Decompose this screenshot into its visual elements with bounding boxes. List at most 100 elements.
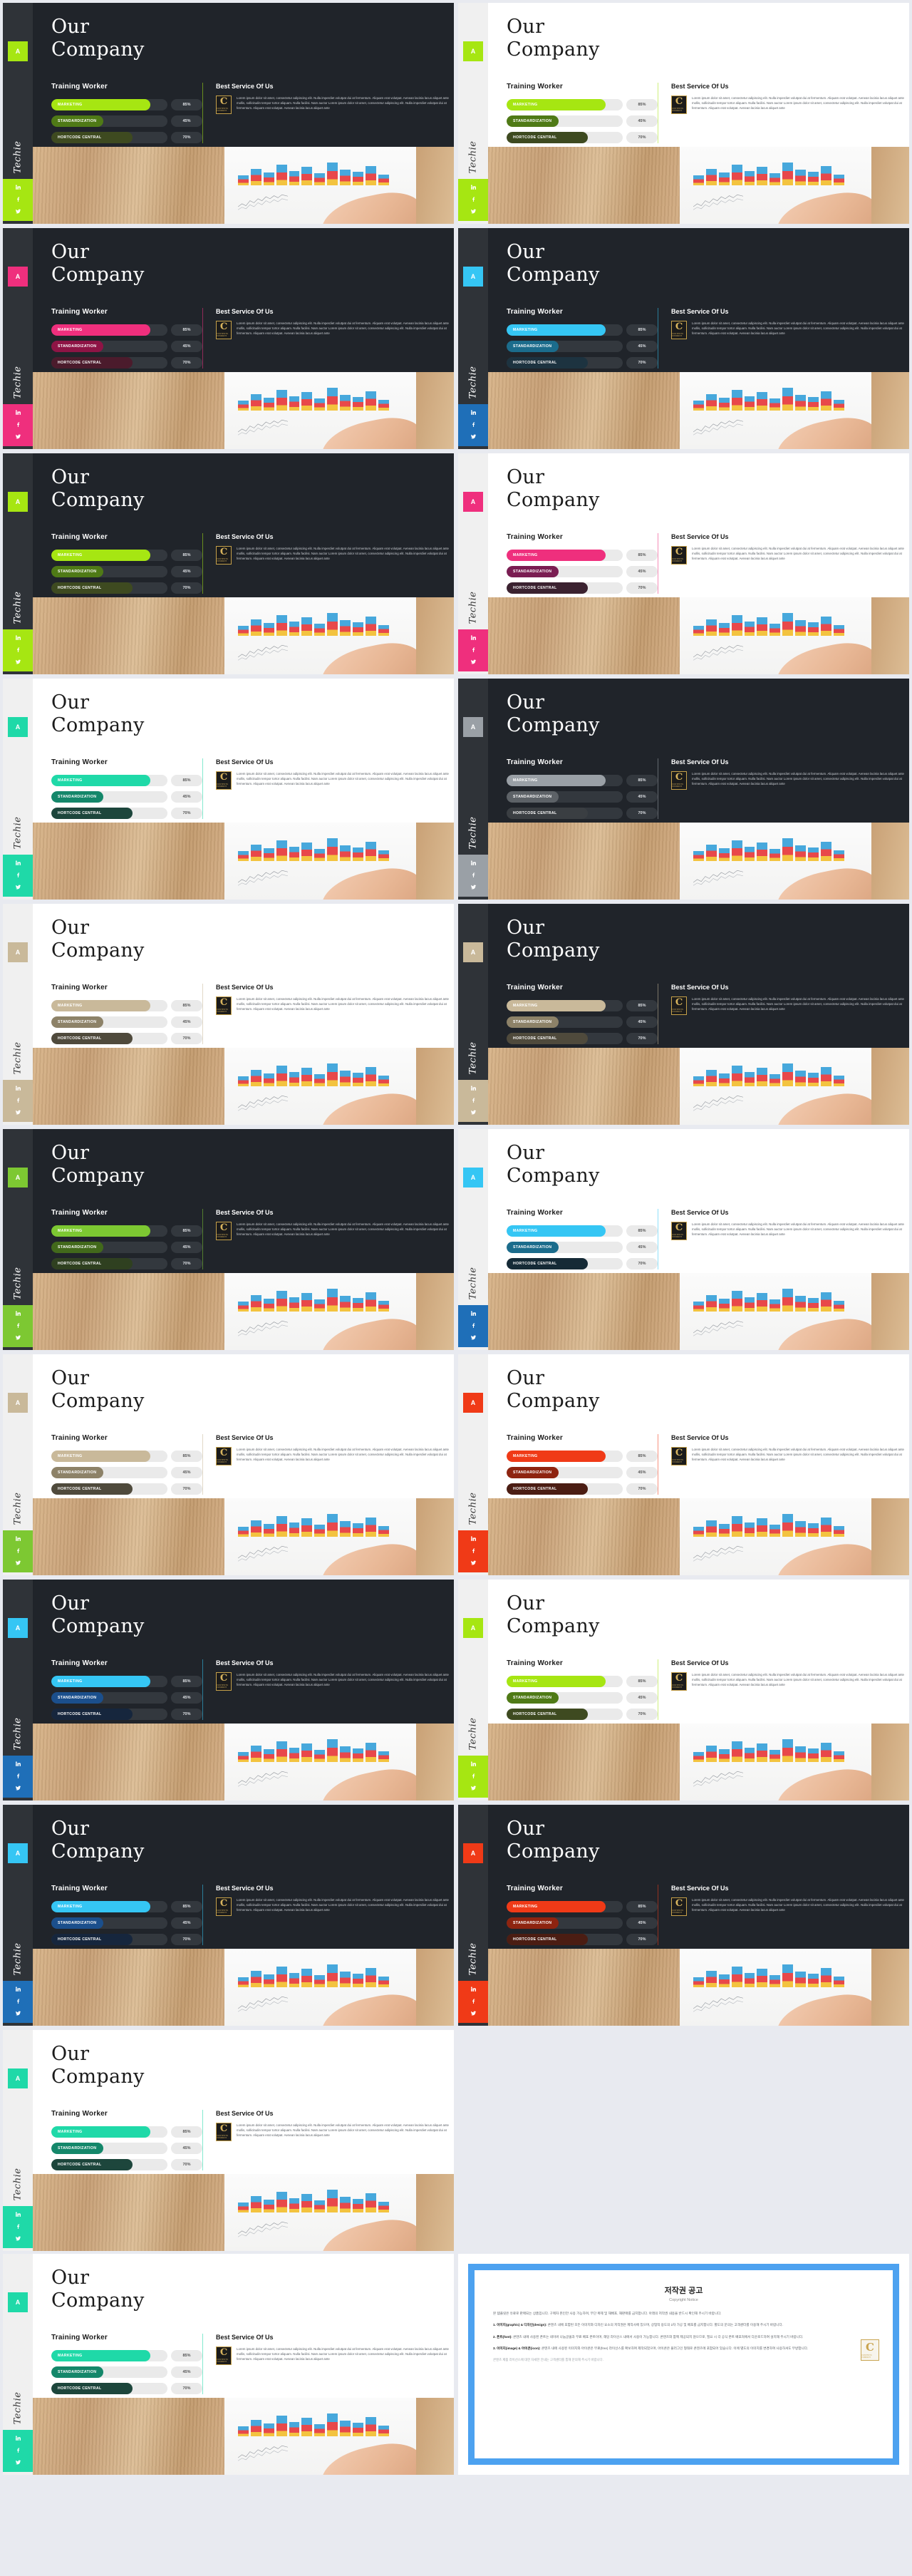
facebook-icon[interactable] [14, 2446, 22, 2454]
slide-thumbnail-13[interactable]: A Techie Our Company Training Worker MAR… [3, 1354, 454, 1575]
slide-thumbnail-20[interactable]: A Techie Our Company Training Worker MAR… [3, 2254, 454, 2475]
social-links[interactable] [3, 855, 33, 897]
social-links[interactable] [3, 404, 33, 446]
linkedin-icon[interactable] [14, 1985, 22, 1993]
twitter-icon[interactable] [14, 433, 22, 441]
linkedin-icon[interactable] [470, 183, 477, 191]
slide-thumbnail-2[interactable]: A Techie Our Company Training Worker MAR… [458, 3, 909, 224]
twitter-icon[interactable] [14, 1784, 22, 1792]
social-links[interactable] [458, 1530, 488, 1572]
facebook-icon[interactable] [14, 1322, 22, 1329]
social-links[interactable] [3, 629, 33, 671]
slide-thumbnail-11[interactable]: A Techie Our Company Training Worker MAR… [3, 1129, 454, 1350]
facebook-icon[interactable] [14, 871, 22, 879]
slide-thumbnail-16[interactable]: A Techie Our Company Training Worker MAR… [458, 1580, 909, 1800]
facebook-icon[interactable] [470, 1772, 477, 1780]
social-links[interactable] [3, 1305, 33, 1347]
social-links[interactable] [3, 1080, 33, 1122]
twitter-icon[interactable] [470, 658, 477, 666]
social-links[interactable] [458, 629, 488, 671]
facebook-icon[interactable] [14, 646, 22, 654]
twitter-icon[interactable] [470, 433, 477, 441]
twitter-icon[interactable] [470, 1108, 477, 1116]
social-links[interactable] [3, 179, 33, 221]
social-links[interactable] [3, 1530, 33, 1572]
facebook-icon[interactable] [470, 646, 477, 654]
facebook-icon[interactable] [14, 2222, 22, 2230]
facebook-icon[interactable] [14, 1096, 22, 1104]
facebook-icon[interactable] [14, 421, 22, 428]
linkedin-icon[interactable] [470, 1535, 477, 1542]
social-links[interactable] [3, 1756, 33, 1798]
social-links[interactable] [458, 1080, 488, 1122]
twitter-icon[interactable] [14, 1334, 22, 1341]
twitter-icon[interactable] [14, 2009, 22, 2017]
slide-thumbnail-10[interactable]: A Techie Our Company Training Worker MAR… [458, 904, 909, 1125]
slide-thumbnail-19[interactable]: A Techie Our Company Training Worker MAR… [3, 2030, 454, 2251]
linkedin-icon[interactable] [470, 1084, 477, 1092]
slide-thumbnail-5[interactable]: A Techie Our Company Training Worker MAR… [3, 453, 454, 674]
linkedin-icon[interactable] [14, 1084, 22, 1092]
slide-thumbnail-9[interactable]: A Techie Our Company Training Worker MAR… [3, 904, 454, 1125]
slide-thumbnail-18[interactable]: A Techie Our Company Training Worker MAR… [458, 1805, 909, 2026]
slide-thumbnail-14[interactable]: A Techie Our Company Training Worker MAR… [458, 1354, 909, 1575]
slide-thumbnail-6[interactable]: A Techie Our Company Training Worker MAR… [458, 453, 909, 674]
slide-thumbnail-8[interactable]: A Techie Our Company Training Worker MAR… [458, 679, 909, 900]
linkedin-icon[interactable] [14, 408, 22, 416]
twitter-icon[interactable] [14, 658, 22, 666]
linkedin-icon[interactable] [14, 2434, 22, 2442]
linkedin-icon[interactable] [470, 1309, 477, 1317]
linkedin-icon[interactable] [14, 634, 22, 642]
linkedin-icon[interactable] [14, 1309, 22, 1317]
facebook-icon[interactable] [470, 1096, 477, 1104]
facebook-icon[interactable] [14, 1772, 22, 1780]
linkedin-icon[interactable] [470, 1760, 477, 1768]
twitter-icon[interactable] [470, 883, 477, 891]
social-links[interactable] [458, 1981, 488, 2023]
facebook-icon[interactable] [14, 195, 22, 203]
facebook-icon[interactable] [470, 1997, 477, 2005]
social-links[interactable] [3, 2206, 33, 2248]
linkedin-icon[interactable] [14, 859, 22, 867]
twitter-icon[interactable] [470, 1559, 477, 1567]
slide-thumbnail-3[interactable]: A Techie Our Company Training Worker MAR… [3, 228, 454, 449]
facebook-icon[interactable] [14, 1547, 22, 1555]
facebook-icon[interactable] [470, 1547, 477, 1555]
twitter-icon[interactable] [14, 1559, 22, 1567]
slide-thumbnail-12[interactable]: A Techie Our Company Training Worker MAR… [458, 1129, 909, 1350]
linkedin-icon[interactable] [470, 859, 477, 867]
twitter-icon[interactable] [14, 1108, 22, 1116]
slide-thumbnail-17[interactable]: A Techie Our Company Training Worker MAR… [3, 1805, 454, 2026]
facebook-icon[interactable] [470, 871, 477, 879]
twitter-icon[interactable] [470, 1784, 477, 1792]
social-links[interactable] [458, 1305, 488, 1347]
slide-thumbnail-15[interactable]: A Techie Our Company Training Worker MAR… [3, 1580, 454, 1800]
facebook-icon[interactable] [470, 421, 477, 428]
social-links[interactable] [458, 179, 488, 221]
linkedin-icon[interactable] [14, 1760, 22, 1768]
facebook-icon[interactable] [470, 195, 477, 203]
social-links[interactable] [3, 2430, 33, 2472]
linkedin-icon[interactable] [14, 2210, 22, 2218]
social-links[interactable] [458, 855, 488, 897]
linkedin-icon[interactable] [470, 634, 477, 642]
social-links[interactable] [3, 1981, 33, 2023]
slide-thumbnail-1[interactable]: A Techie Our Company Training Worker MAR… [3, 3, 454, 224]
facebook-icon[interactable] [14, 1997, 22, 2005]
social-links[interactable] [458, 1756, 488, 1798]
copyright-notice-slide[interactable]: 저작권 공고 Copyright Notice 본 템플릿은 유료로 판매되는 상품… [458, 2254, 909, 2475]
twitter-icon[interactable] [14, 2235, 22, 2242]
linkedin-icon[interactable] [14, 183, 22, 191]
twitter-icon[interactable] [14, 2458, 22, 2466]
slide-thumbnail-7[interactable]: A Techie Our Company Training Worker MAR… [3, 679, 454, 900]
twitter-icon[interactable] [470, 207, 477, 215]
twitter-icon[interactable] [470, 1334, 477, 1341]
facebook-icon[interactable] [470, 1322, 477, 1329]
slide-thumbnail-4[interactable]: A Techie Our Company Training Worker MAR… [458, 228, 909, 449]
linkedin-icon[interactable] [470, 408, 477, 416]
social-links[interactable] [458, 404, 488, 446]
twitter-icon[interactable] [14, 883, 22, 891]
linkedin-icon[interactable] [14, 1535, 22, 1542]
twitter-icon[interactable] [14, 207, 22, 215]
twitter-icon[interactable] [470, 2009, 477, 2017]
